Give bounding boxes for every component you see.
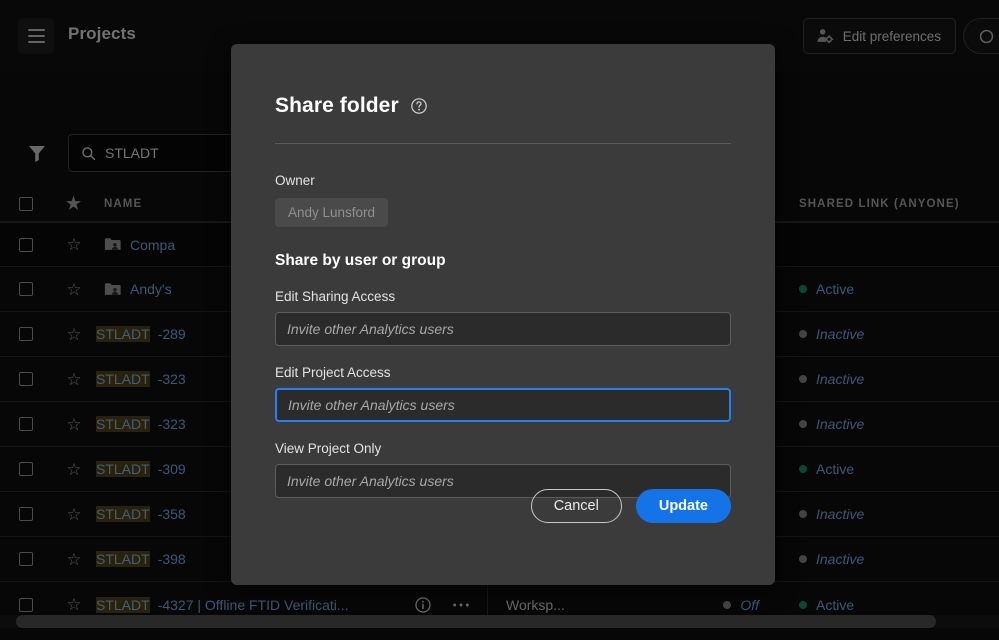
view-project-only-placeholder: Invite other Analytics users [287, 473, 454, 489]
edit-sharing-access-placeholder: Invite other Analytics users [287, 321, 454, 337]
dialog-actions: Cancel Update [531, 489, 731, 523]
owner-label: Owner [275, 173, 731, 188]
owner-chip: Andy Lunsford [275, 198, 388, 227]
dialog-divider [275, 143, 731, 144]
cancel-button[interactable]: Cancel [531, 489, 622, 523]
dialog-title: Share folder [275, 94, 399, 118]
dialog-title-row: Share folder [275, 44, 731, 118]
share-section-title: Share by user or group [275, 252, 731, 270]
view-project-only-label: View Project Only [275, 441, 731, 456]
edit-sharing-access-label: Edit Sharing Access [275, 289, 731, 304]
edit-sharing-access-input[interactable]: Invite other Analytics users [275, 312, 731, 346]
edit-project-access-input[interactable]: Invite other Analytics users [275, 388, 731, 422]
edit-project-access-label: Edit Project Access [275, 365, 731, 380]
app-root: Projects Edit preferences [0, 0, 999, 640]
share-folder-dialog: Share folder Owner Andy Lunsford Share b… [231, 44, 775, 585]
update-button[interactable]: Update [636, 489, 731, 523]
edit-project-access-placeholder: Invite other Analytics users [288, 397, 455, 413]
help-circle-icon[interactable] [410, 97, 428, 115]
